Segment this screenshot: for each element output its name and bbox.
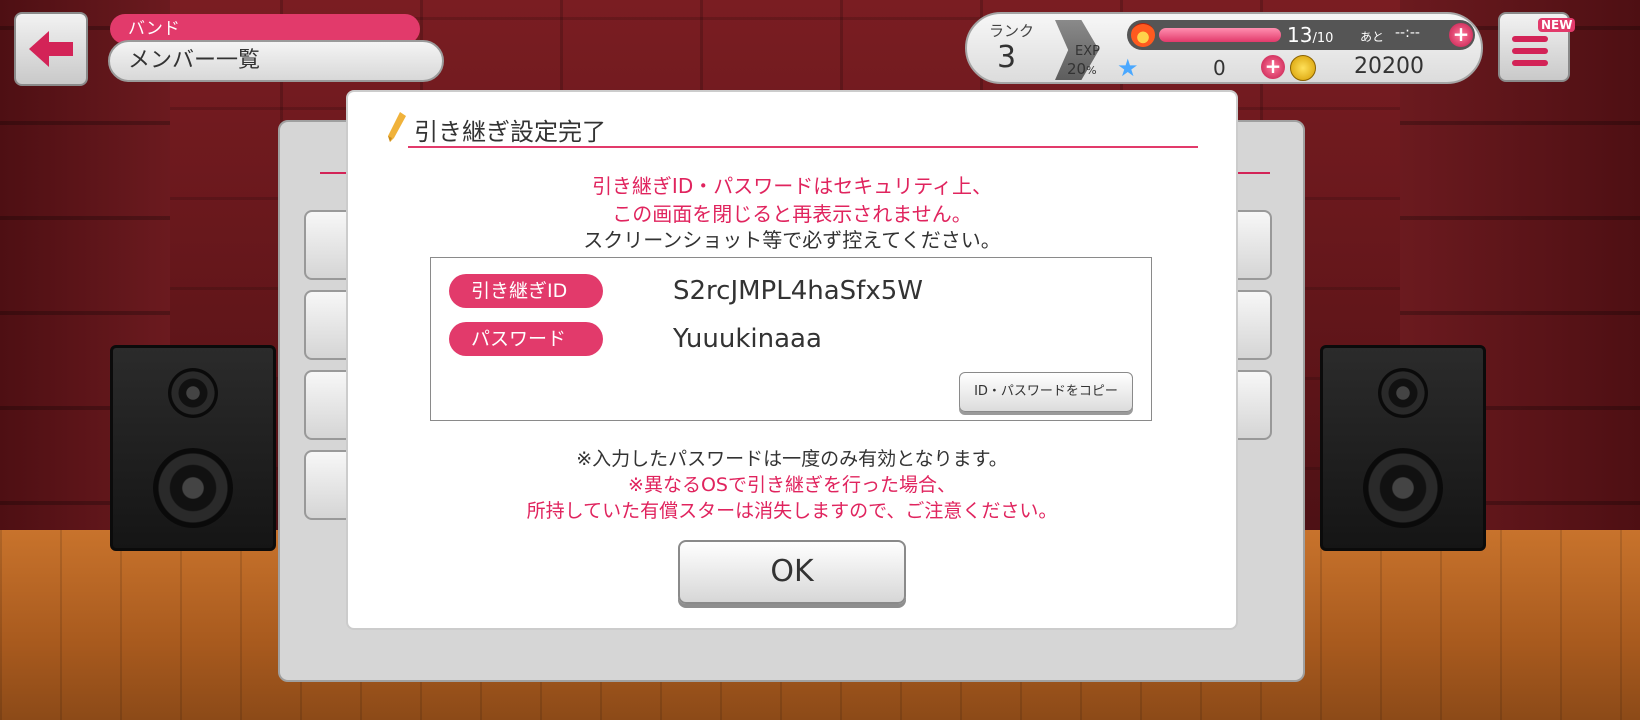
rank-value: 3 — [997, 40, 1017, 75]
player-status-panel: ランク 3 EXP 20% 13/10 あと --:-- + ★ 0 + 202… — [965, 12, 1483, 84]
stamina-count: 13/10 — [1287, 23, 1334, 47]
os-caution: ※異なるOSで引き継ぎを行った場合、 — [628, 474, 956, 496]
ok-button[interactable]: OK — [678, 540, 906, 604]
transfer-id-label: 引き継ぎID — [449, 274, 603, 308]
pen-icon — [388, 112, 406, 142]
stamina-row: 13/10 あと --:-- + — [1127, 20, 1475, 50]
password-value: Yuuukinaaa — [673, 324, 822, 354]
password-once-note: ※入力したパスワードは一度のみ有効となります。 — [576, 448, 1008, 470]
coin-count: 20200 — [1354, 54, 1424, 79]
password-label: パスワード — [449, 322, 603, 356]
dialog-title: 引き継ぎ設定完了 — [414, 118, 606, 146]
exp-value: 20% — [1067, 60, 1097, 78]
transfer-complete-dialog: 引き継ぎ設定完了 引き継ぎID・パスワードはセキュリティ上、 この画面を閉じると… — [348, 92, 1236, 628]
title-underline — [408, 146, 1198, 148]
star-plus-icon[interactable]: + — [1261, 55, 1285, 79]
no-redisplay-warning: この画面を閉じると再表示されません。 — [612, 202, 972, 226]
stamina-plus-icon[interactable]: + — [1449, 23, 1473, 47]
back-button[interactable] — [14, 12, 88, 86]
speaker-right — [1320, 345, 1486, 551]
security-warning: 引き継ぎID・パスワードはセキュリティ上、 — [591, 174, 993, 198]
star-icon: ★ — [1117, 54, 1139, 82]
main-menu-button[interactable]: NEW — [1498, 12, 1576, 82]
stamina-timer: --:-- — [1395, 25, 1420, 41]
screenshot-instruction: スクリーンショット等で必ず控えてください。 — [583, 228, 1001, 252]
paid-star-caution: 所持していた有償スターは消失しますので、ご注意ください。 — [526, 500, 1058, 522]
star-count: 0 — [1213, 56, 1226, 80]
transfer-id-value: S2rcJMPL4haSfx5W — [673, 276, 923, 306]
stamina-bar-fill — [1159, 28, 1281, 42]
coin-icon — [1290, 55, 1316, 81]
stamina-bar — [1159, 28, 1281, 42]
new-badge: NEW — [1538, 18, 1576, 32]
credentials-box: 引き継ぎID S2rcJMPL4haSfx5W パスワード Yuuukinaaa… — [430, 257, 1152, 421]
page-title: メンバー一覧 — [108, 40, 444, 82]
rank-label: ランク — [989, 22, 1035, 40]
speaker-left — [110, 345, 276, 551]
exp-label: EXP — [1075, 44, 1100, 59]
back-arrow-icon — [29, 31, 73, 67]
remaining-label: あと — [1360, 30, 1385, 44]
copy-credentials-button[interactable]: ID・パスワードをコピー — [959, 372, 1133, 412]
flame-icon — [1131, 23, 1155, 47]
hamburger-icon — [1512, 36, 1548, 42]
